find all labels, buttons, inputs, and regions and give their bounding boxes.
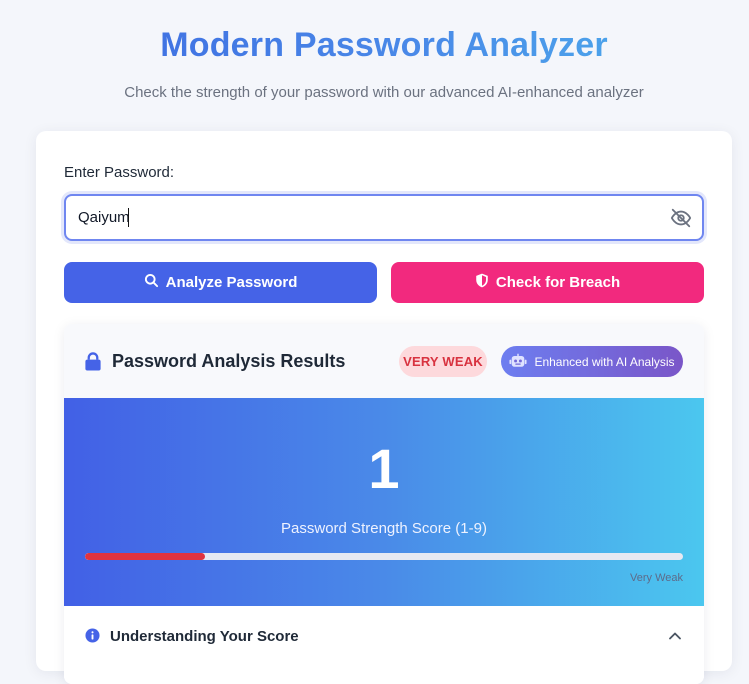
- shield-icon: [475, 273, 489, 292]
- analyze-password-label: Analyze Password: [165, 274, 298, 291]
- strength-caption: Very Weak: [630, 572, 683, 584]
- chevron-up-icon[interactable]: [667, 628, 683, 644]
- score-label: Password Strength Score (1-9): [281, 520, 487, 537]
- page-subtitle: Check the strength of your password with…: [124, 84, 644, 101]
- ai-badge-label: Enhanced with AI Analysis: [534, 354, 675, 369]
- results-title: Password Analysis Results: [112, 351, 346, 371]
- search-icon: [144, 273, 159, 292]
- password-input[interactable]: [78, 196, 658, 239]
- score-value: 1: [368, 437, 400, 500]
- analyzer-card: Enter Password: Analyze Password Check: [36, 131, 732, 684]
- page-title: Modern Password Analyzer: [0, 26, 749, 65]
- ai-analysis-badge: Enhanced with AI Analysis: [501, 346, 683, 377]
- analyze-password-button[interactable]: Analyze Password: [64, 262, 377, 303]
- understanding-score-toggle[interactable]: Understanding Your Score: [64, 606, 704, 684]
- password-label: Enter Password:: [64, 164, 175, 181]
- results-panel: Password Analysis Results VERY WEAK Enha…: [64, 324, 704, 684]
- lock-icon: [84, 352, 102, 371]
- results-header: Password Analysis Results VERY WEAK Enha…: [64, 324, 704, 398]
- understanding-title: Understanding Your Score: [110, 628, 299, 645]
- check-breach-label: Check for Breach: [495, 274, 621, 291]
- check-breach-button[interactable]: Check for Breach: [391, 262, 704, 303]
- eye-slash-icon[interactable]: [670, 207, 692, 229]
- robot-icon: [509, 353, 528, 371]
- strength-progress-fill: [85, 553, 205, 560]
- strength-badge: VERY WEAK: [399, 346, 487, 377]
- score-panel: 1 Password Strength Score (1-9) Very Wea…: [64, 398, 704, 606]
- info-circle-icon: [85, 628, 100, 643]
- strength-progress-bar: [85, 553, 683, 560]
- text-caret: [128, 208, 129, 227]
- password-field[interactable]: [64, 194, 704, 241]
